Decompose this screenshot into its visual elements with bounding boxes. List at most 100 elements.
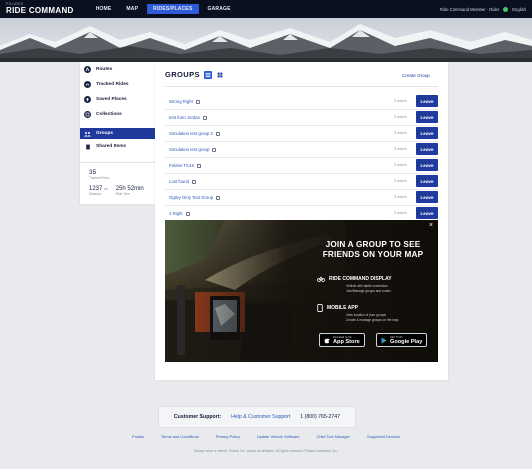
map-pin-icon: [84, 96, 91, 103]
bullet: Create & manage groups on the map: [346, 317, 399, 322]
group-name-link[interactable]: Simulation test group: [169, 147, 217, 152]
sidebar-item-shared-items[interactable]: Shared Items: [80, 139, 155, 154]
groups-icon: [84, 130, 91, 137]
customer-support-box: Customer Support: Help & Customer Suppor…: [158, 406, 356, 428]
footer-link-update-software[interactable]: Update Vehicle Software: [257, 434, 300, 439]
group-name-link[interactable]: 4 Right: [169, 211, 190, 216]
collections-icon: [84, 111, 91, 118]
vehicle-icon: [317, 276, 325, 282]
group-row: Simulation test group 3 riders Leave: [165, 142, 438, 158]
group-member-count: 2 riders: [394, 211, 407, 215]
footer-link-polaris[interactable]: Polaris: [132, 434, 144, 439]
promo-section1-bullets: Vehicle with tablet connection Join/Mana…: [346, 284, 391, 294]
distance-time-row: 1237 mi Distance 25h 52min Ride Time: [89, 186, 155, 196]
nav-garage[interactable]: GARAGE: [202, 4, 237, 14]
footer-link-supported-devices[interactable]: Supported Devices: [367, 434, 400, 439]
phone-icon: [317, 304, 323, 312]
group-member-count: 3 riders: [394, 195, 407, 199]
header-divider: [165, 86, 438, 87]
footer-link-privacy[interactable]: Privacy Policy: [216, 434, 240, 439]
google-play-large-text: Google Play: [390, 338, 423, 345]
create-group-link[interactable]: Create Group: [402, 73, 430, 78]
hero-banner: [0, 18, 532, 62]
google-play-button[interactable]: GET IT ON Google Play: [376, 333, 428, 347]
group-name-link[interactable]: Wrong Right: [169, 99, 200, 104]
leave-group-button[interactable]: Leave: [416, 207, 438, 219]
promo-section-display: RIDE COMMAND DISPLAY: [317, 275, 392, 282]
promo-section-app: MOBILE APP: [317, 304, 358, 312]
support-phone[interactable]: 1 (800) 765-2747: [300, 414, 340, 420]
user-menu[interactable]: Ride Command Member · Rider: [440, 7, 499, 12]
nav-rides-places[interactable]: RIDES/PLACES: [147, 4, 199, 14]
app-store-button[interactable]: Download on the App Store: [319, 333, 365, 347]
distance-label: Distance: [89, 192, 102, 196]
copyright: Always wear a helmet. Polaris Inc. and/o…: [194, 449, 338, 453]
grid-view-icon[interactable]: [216, 71, 224, 79]
group-name-link[interactable]: Simulation test group 2: [169, 131, 220, 136]
leave-group-button[interactable]: Leave: [416, 95, 438, 107]
group-row: Lost found 2 riders Leave: [165, 174, 438, 190]
route-icon: [84, 66, 91, 73]
sidebar-item-label: Collections: [96, 112, 122, 117]
group-name: Lost found: [169, 179, 190, 184]
sidebar-item-routes[interactable]: Routes: [80, 62, 155, 77]
footer-link-child-tool[interactable]: Child Tool Manager: [317, 434, 350, 439]
distance-stat: 1237 mi Distance: [89, 186, 108, 196]
groups-panel: GROUPS Create Group Wrong Right 2 riders L…: [155, 62, 448, 380]
language-selector[interactable]: English: [512, 7, 526, 12]
promo-title-line1: JOIN A GROUP TO SEE: [325, 240, 421, 249]
leave-group-button[interactable]: Leave: [416, 159, 438, 171]
lock-icon: [185, 211, 190, 216]
lock-icon: [216, 195, 221, 200]
group-name: Simulation test group 2: [169, 131, 213, 136]
sidebar-item-label: Tracked Rides: [96, 82, 129, 87]
support-link[interactable]: Help & Customer Support: [231, 414, 290, 420]
group-name: Ogilvy Dirty Test Group: [169, 195, 214, 200]
groups-header: GROUPS: [165, 70, 224, 79]
app-store-large-text: App Store: [333, 338, 360, 345]
lock-icon: [212, 147, 217, 152]
ride-stats: 35 Tracked Rides 1237 mi Distance 25h 52…: [80, 162, 155, 196]
top-navigation: POLARIS RIDE COMMAND HOME MAP RIDES/PLAC…: [0, 0, 532, 18]
sidebar-item-saved-places[interactable]: Saved Places: [80, 92, 155, 107]
join-group-promo: × JOIN A GROUP TO SEE FRIENDS ON YOUR MA…: [165, 220, 438, 362]
group-name-link[interactable]: Ogilvy Dirty Test Group: [169, 195, 221, 200]
group-name: Polaris TC4X: [169, 163, 195, 168]
nav-user-area: Ride Command Member · Rider English: [440, 6, 526, 12]
sidebar: Routes Tracked Rides Saved Places Collec…: [80, 62, 155, 204]
sidebar-item-collections[interactable]: Collections: [80, 107, 155, 122]
nav-map[interactable]: MAP: [120, 4, 144, 14]
group-list: Wrong Right 2 riders Leave test from Jordan…: [165, 94, 438, 222]
leave-group-button[interactable]: Leave: [416, 175, 438, 187]
group-name: Wrong Right: [169, 99, 193, 104]
sidebar-item-groups[interactable]: Groups: [80, 128, 155, 139]
nav-home[interactable]: HOME: [90, 4, 118, 14]
nav-links: HOME MAP RIDES/PLACES GARAGE: [90, 4, 237, 14]
group-name-link[interactable]: Lost found: [169, 179, 197, 184]
share-icon: [84, 143, 91, 150]
logo[interactable]: POLARIS RIDE COMMAND: [6, 3, 74, 15]
ride-time-stat: 25h 52min Ride Time: [116, 186, 144, 196]
promo-section1-title: RIDE COMMAND DISPLAY: [329, 275, 392, 282]
leave-group-button[interactable]: Leave: [416, 143, 438, 155]
leave-group-button[interactable]: Leave: [416, 111, 438, 123]
leave-group-button[interactable]: Leave: [416, 191, 438, 203]
group-row: Wrong Right 2 riders Leave: [165, 94, 438, 110]
close-promo-icon[interactable]: ×: [429, 222, 433, 229]
leave-group-button[interactable]: Leave: [416, 127, 438, 139]
group-row: test from Jordan 2 riders Leave: [165, 110, 438, 126]
group-name-link[interactable]: Polaris TC4X: [169, 163, 202, 168]
tracked-rides-icon: [84, 81, 91, 88]
sidebar-item-label: Saved Places: [96, 97, 127, 102]
footer-link-terms[interactable]: Terms and Conditions: [161, 434, 199, 439]
group-member-count: 3 riders: [394, 147, 407, 151]
sidebar-item-label: Shared Items: [96, 144, 127, 149]
lock-icon: [195, 99, 200, 104]
promo-section2-title: MOBILE APP: [327, 305, 358, 311]
group-member-count: 2 riders: [394, 179, 407, 183]
group-name-link[interactable]: test from Jordan: [169, 115, 208, 120]
sidebar-item-tracked-rides[interactable]: Tracked Rides: [80, 77, 155, 92]
list-view-icon[interactable]: [203, 70, 212, 79]
tracked-rides-count: 35: [89, 169, 97, 176]
ride-time-label: Ride Time: [115, 192, 131, 196]
